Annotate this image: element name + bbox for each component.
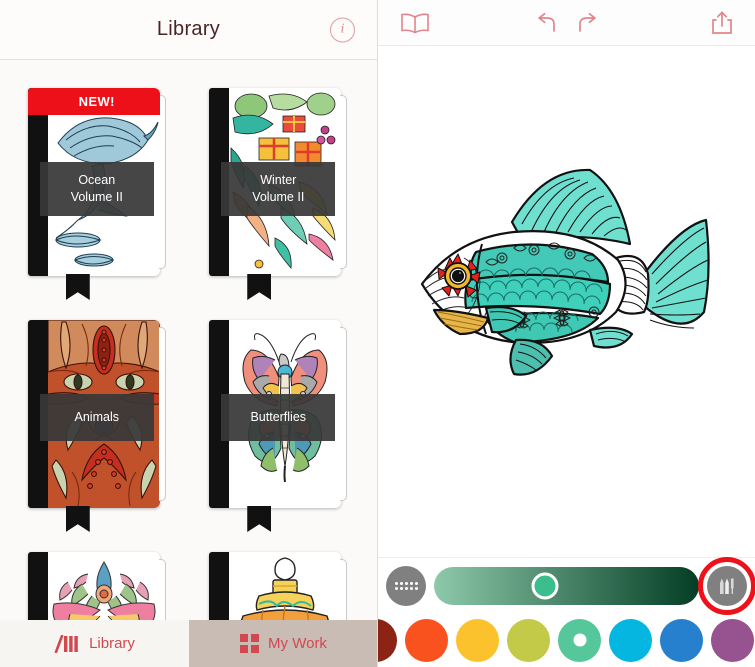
page-edge-outer <box>340 95 348 269</box>
color-swatch[interactable] <box>558 618 601 662</box>
undo-arrow-icon[interactable] <box>536 12 560 34</box>
redo-arrow-icon[interactable] <box>574 12 598 34</box>
color-swatch[interactable] <box>507 618 550 662</box>
color-swatch[interactable] <box>456 618 499 662</box>
book-title-label: Butterflies <box>221 394 336 441</box>
tools-button[interactable] <box>707 566 747 606</box>
library-header: Library i <box>0 0 377 60</box>
page-edge-outer <box>158 327 166 501</box>
bookmark-ribbon <box>247 506 272 532</box>
editor-toolbar <box>378 0 755 46</box>
bottom-tab-bar: Library My Work <box>0 620 377 667</box>
share-export-icon[interactable] <box>711 10 733 35</box>
coloring-canvas[interactable] <box>378 46 755 557</box>
color-swatch[interactable] <box>660 618 703 662</box>
shade-slider[interactable] <box>434 567 699 605</box>
books-icon <box>54 634 80 653</box>
info-circle-icon[interactable]: i <box>330 17 355 42</box>
app-root: Library i NEW! Ocean Volume II Winter Vo… <box>0 0 755 667</box>
editor-panel <box>378 0 755 667</box>
book-title-label: Winter Volume II <box>221 162 336 216</box>
tools-button-wrap <box>698 557 755 615</box>
new-badge: NEW! <box>27 88 160 115</box>
book-title-label: Ocean Volume II <box>39 162 154 216</box>
color-grid-dots-icon <box>394 582 418 590</box>
tab-library-label: Library <box>89 635 135 652</box>
color-swatch[interactable] <box>378 618 397 662</box>
book-grid: NEW! Ocean Volume II Winter Volume II An… <box>0 60 377 667</box>
book-title-line1: Ocean <box>78 173 116 187</box>
tab-library[interactable]: Library <box>0 620 189 667</box>
bookmark-ribbon <box>65 506 90 532</box>
book-card-winter[interactable]: Winter Volume II <box>209 88 349 300</box>
color-swatch[interactable] <box>609 618 652 662</box>
bookmark-ribbon <box>247 274 272 300</box>
color-toolbar <box>378 557 755 667</box>
color-swatch[interactable] <box>711 618 754 662</box>
tab-my-work[interactable]: My Work <box>189 620 377 667</box>
slider-row <box>378 557 755 615</box>
book-title-line1: Butterflies <box>250 410 307 424</box>
page-edge-outer <box>158 95 166 269</box>
book-card-ocean[interactable]: NEW! Ocean Volume II <box>27 88 168 300</box>
tab-my-work-label: My Work <box>268 635 327 652</box>
shade-slider-handle[interactable] <box>531 572 559 600</box>
page-edge-outer <box>340 327 348 501</box>
book-card-butterflies[interactable]: Butterflies <box>209 320 349 532</box>
library-panel: Library i NEW! Ocean Volume II Winter Vo… <box>0 0 378 667</box>
open-book-icon[interactable] <box>400 12 430 34</box>
page-title: Library <box>156 18 221 40</box>
book-title-label: Animals <box>39 394 154 441</box>
book-title-line2: Volume II <box>252 190 305 204</box>
book-title-line1: Winter <box>260 173 297 187</box>
palette-grid-button[interactable] <box>386 566 426 606</box>
color-swatch-row <box>378 614 755 666</box>
book-title-line2: Volume II <box>70 190 123 204</box>
book-card-animals[interactable]: Animals <box>27 320 168 532</box>
artwork-zentangle-fish <box>394 161 739 402</box>
bookmark-ribbon <box>65 274 90 300</box>
color-swatch[interactable] <box>405 618 448 662</box>
grid-squares-icon <box>240 634 260 653</box>
book-title-line1: Animals <box>74 410 119 424</box>
